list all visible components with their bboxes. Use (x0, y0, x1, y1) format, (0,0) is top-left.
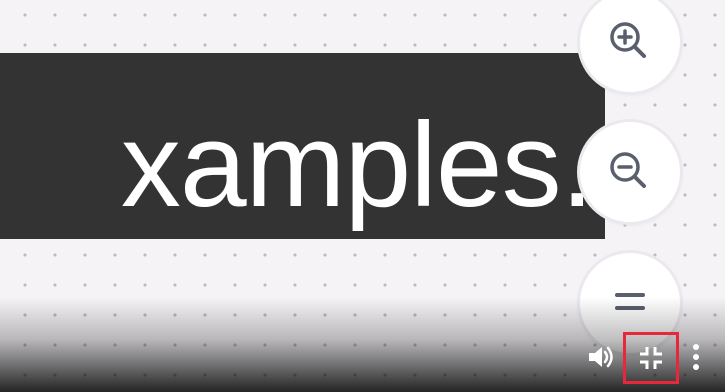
more-options-button[interactable] (684, 340, 708, 374)
slide-caption: xamples. (120, 98, 594, 232)
zoom-in-button[interactable] (580, 0, 680, 92)
equals-icon (615, 293, 645, 310)
player-controls-bar (0, 332, 725, 392)
zoom-in-icon (610, 22, 646, 58)
text-block[interactable]: xamples. (0, 53, 605, 239)
zoom-out-button[interactable] (580, 122, 680, 222)
zoom-out-icon (610, 152, 646, 188)
more-vertical-icon (693, 344, 699, 370)
volume-button[interactable] (584, 340, 616, 374)
exit-fullscreen-icon (640, 347, 662, 369)
exit-fullscreen-button[interactable] (623, 332, 679, 384)
volume-icon (589, 346, 613, 368)
